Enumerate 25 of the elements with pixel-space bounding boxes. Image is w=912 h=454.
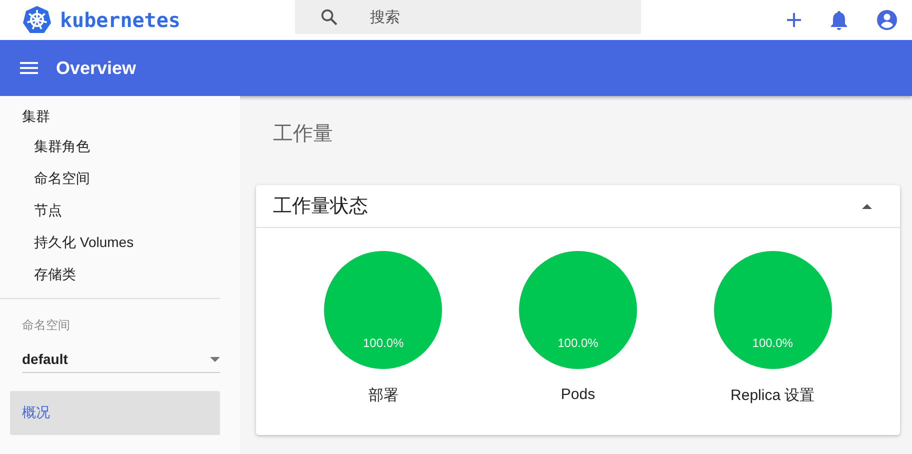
chart-label: 部署 (368, 386, 398, 405)
toolbar-title: Overview (56, 58, 136, 78)
sidebar-item[interactable]: 命名空间 (0, 162, 240, 194)
search-field[interactable]: 搜索 (295, 0, 641, 34)
sidebar-section-title: 集群 (21, 108, 51, 126)
add-icon[interactable] (786, 12, 802, 28)
dropdown-arrow-icon (210, 356, 220, 362)
bell-icon[interactable] (830, 10, 848, 30)
brand-name: kubernetes (60, 8, 180, 32)
sidebar-item[interactable]: 节点 (0, 194, 240, 226)
sidebar-item[interactable]: 集群角色 (0, 130, 240, 162)
sidebar-item[interactable]: 存储类 (0, 258, 240, 290)
helm-wheel-logo (22, 5, 52, 35)
search-icon (319, 7, 339, 27)
page-title: 工作量 (272, 122, 334, 147)
menu-icon[interactable] (20, 62, 38, 74)
sidebar-item[interactable]: 持久化 Volumes (0, 226, 240, 258)
namespace-select[interactable]: default (22, 346, 220, 373)
chart-label: Replica 设置 (730, 386, 815, 405)
card-title: 工作量状态 (273, 195, 368, 219)
collapse-caret-icon[interactable] (862, 204, 872, 208)
nav-item[interactable]: 概况 (10, 391, 220, 435)
chart-label: Pods (560, 386, 596, 403)
account-icon[interactable] (876, 9, 898, 31)
namespace-label: 命名空间 (21, 317, 71, 334)
